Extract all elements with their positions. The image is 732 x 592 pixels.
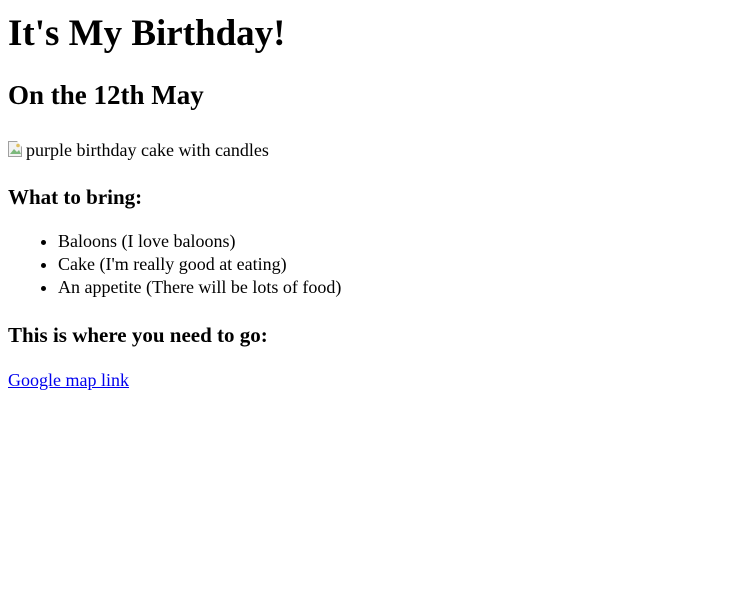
list-item: Baloons (I love baloons) xyxy=(58,230,724,253)
list-item: An appetite (There will be lots of food) xyxy=(58,276,724,299)
cake-image: purple birthday cake with candles xyxy=(8,139,724,161)
map-link-paragraph: Google map link xyxy=(8,369,724,392)
page-body: It's My Birthday! On the 12th May purple… xyxy=(0,12,732,392)
cake-image-alt-text: purple birthday cake with candles xyxy=(26,140,269,160)
bring-heading: What to bring: xyxy=(8,185,143,209)
page-title: It's My Birthday! xyxy=(8,13,286,54)
broken-image-icon xyxy=(8,141,24,159)
location-heading: This is where you need to go: xyxy=(8,323,268,347)
list-item: Cake (I'm really good at eating) xyxy=(58,253,724,276)
google-map-link[interactable]: Google map link xyxy=(8,370,129,390)
bring-list: Baloons (I love baloons) Cake (I'm reall… xyxy=(8,230,724,299)
event-date-heading: On the 12th May xyxy=(8,80,204,110)
